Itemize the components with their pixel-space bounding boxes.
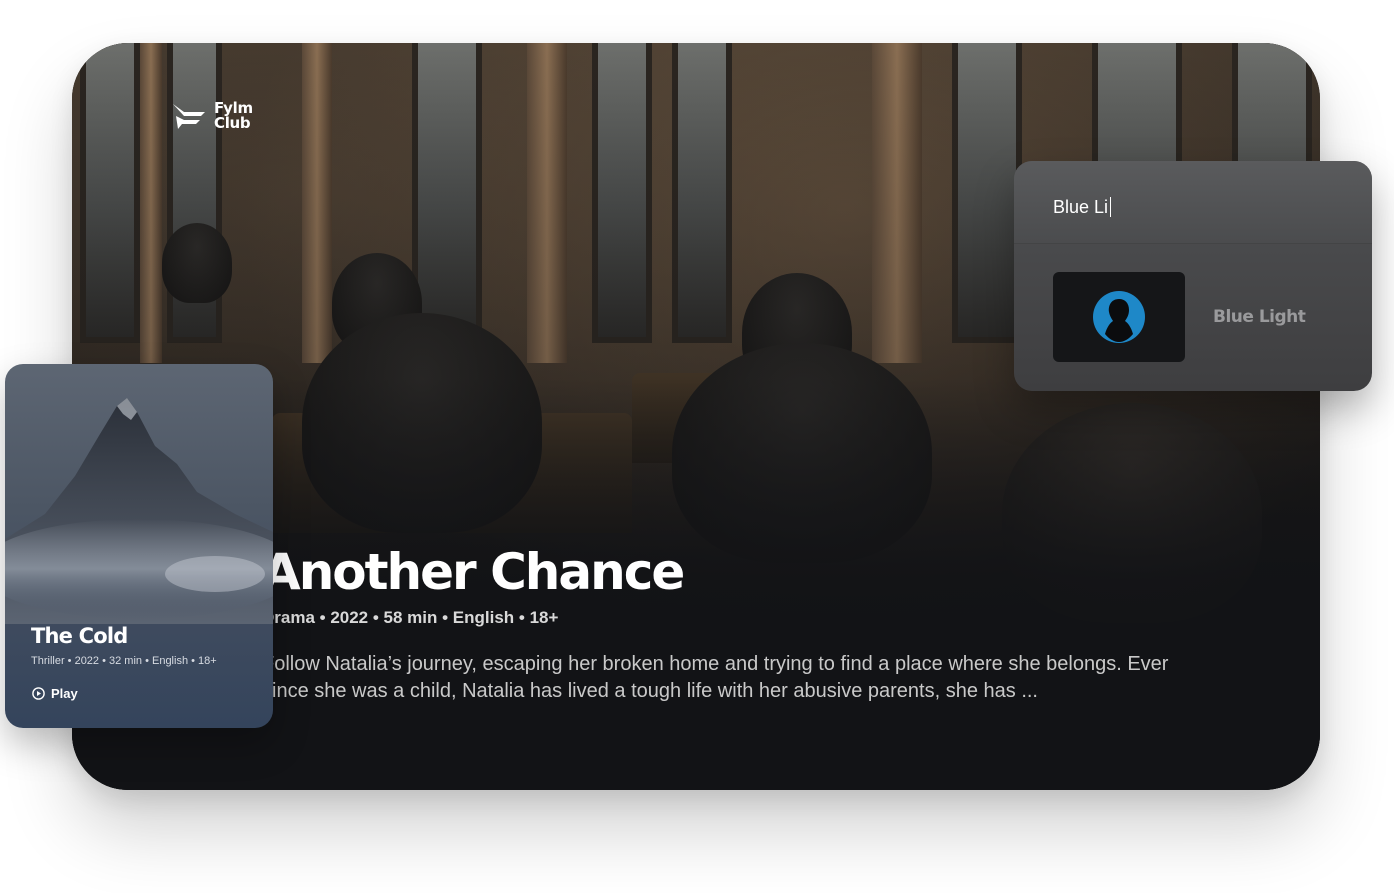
- search-query: Blue Li: [1053, 197, 1109, 217]
- poster-title: The Cold: [31, 624, 128, 648]
- brand-name-line2: Club: [214, 114, 251, 132]
- play-button[interactable]: Play: [32, 686, 78, 701]
- search-panel: Blue Li Blue Light: [1014, 161, 1372, 391]
- search-result-thumbnail: [1053, 272, 1185, 362]
- search-result-title: Blue Light: [1213, 307, 1306, 327]
- hero-description: Follow Natalia’s journey, escaping her b…: [262, 653, 1169, 702]
- search-result-item[interactable]: Blue Light: [1053, 272, 1353, 362]
- search-input[interactable]: Blue Li: [1014, 161, 1372, 244]
- play-circle-icon: [32, 687, 45, 700]
- hero-meta: Drama • 2022 • 58 min • English • 18+: [262, 608, 559, 627]
- poster-meta: Thriller • 2022 • 32 min • English • 18+: [31, 655, 217, 667]
- movie-poster-card[interactable]: The Cold Thriller • 2022 • 32 min • Engl…: [5, 364, 273, 728]
- play-label: Play: [51, 686, 78, 701]
- person-silhouette-icon: [1093, 291, 1145, 343]
- brand-name: Fylm Club: [214, 101, 253, 131]
- hero-title: Another Chance: [262, 543, 685, 601]
- text-caret: [1110, 197, 1112, 217]
- mountain-artwork: [5, 398, 273, 624]
- logo-icon: [173, 104, 205, 129]
- brand-logo[interactable]: Fylm Club: [172, 101, 253, 131]
